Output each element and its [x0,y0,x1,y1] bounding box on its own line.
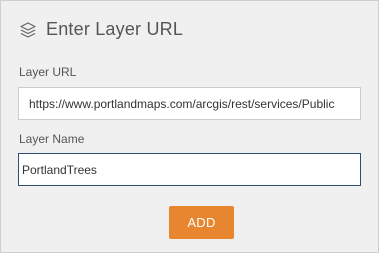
add-button[interactable]: ADD [169,206,234,239]
layer-url-label: Layer URL [19,65,77,79]
panel-header: Enter Layer URL [19,19,183,40]
layers-icon [19,21,37,39]
layer-url-input[interactable] [18,87,361,120]
layer-name-label: Layer Name [19,132,85,146]
enter-layer-url-panel: Enter Layer URL Layer URL Layer Name ADD [0,0,379,253]
panel-title: Enter Layer URL [46,19,184,39]
layer-name-input[interactable] [18,153,361,186]
